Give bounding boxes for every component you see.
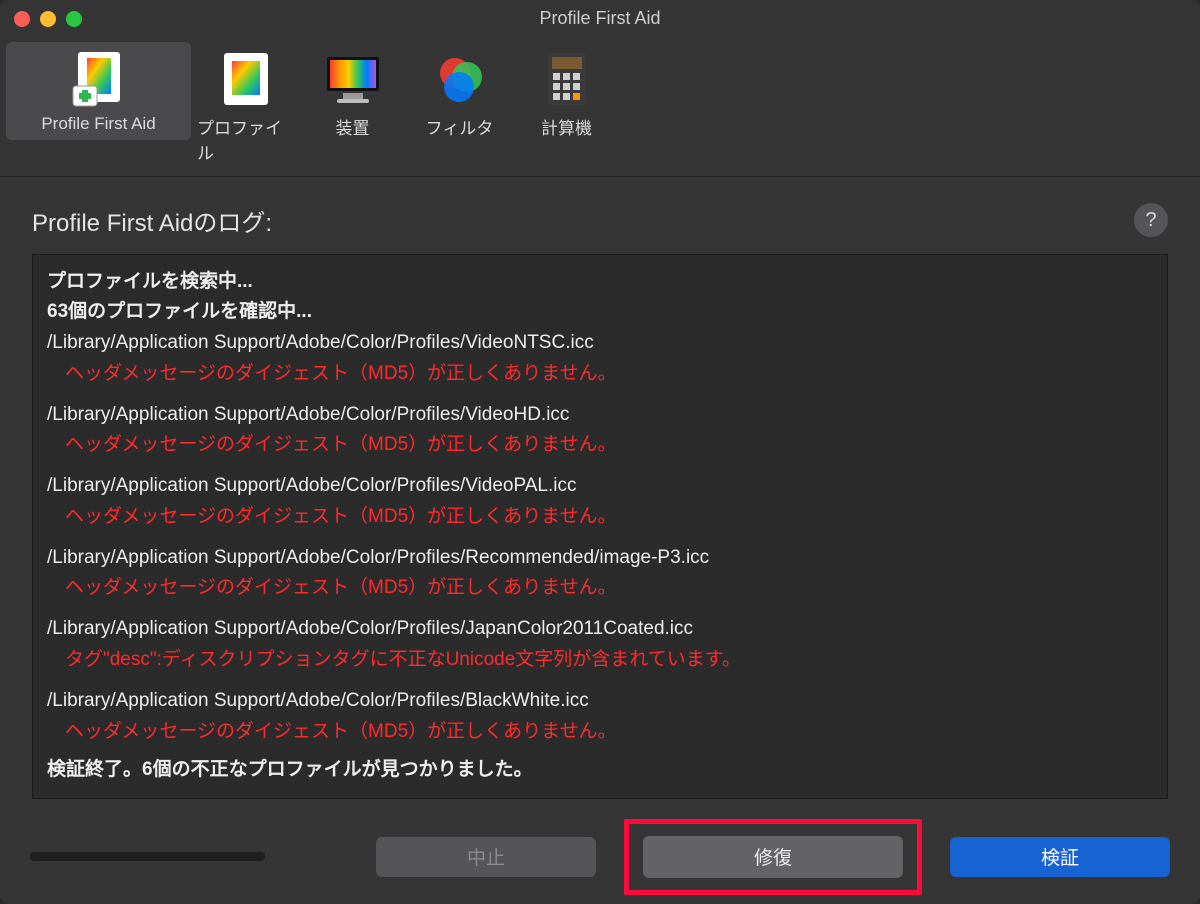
minimize-window-button[interactable] — [40, 11, 56, 27]
repair-button[interactable]: 修復 — [643, 836, 903, 878]
log-path: /Library/Application Support/Adobe/Color… — [47, 686, 1153, 717]
log-entry: /Library/Application Support/Adobe/Color… — [47, 400, 1153, 462]
log-error: ヘッダメッセージのダイジェスト（MD5）が正しくありません。 — [47, 717, 1153, 748]
toolbar: Profile First Aid プロフ — [0, 38, 1200, 177]
log-entry: /Library/Application Support/Adobe/Color… — [47, 328, 1153, 390]
log-path: /Library/Application Support/Adobe/Color… — [47, 471, 1153, 502]
log-path: /Library/Application Support/Adobe/Color… — [47, 400, 1153, 431]
log-entry: /Library/Application Support/Adobe/Color… — [47, 471, 1153, 533]
tab-label: 計算機 — [541, 114, 592, 139]
titlebar: Profile First Aid — [0, 0, 1200, 38]
traffic-lights — [14, 11, 82, 27]
log-line-done: 検証終了。6個の不正なプロファイルが見つかりました。 — [47, 755, 1153, 786]
tab-calculator[interactable]: 計算機 — [514, 42, 619, 145]
log-error: タグ"desc":ディスクリプションタグに不正なUnicode文字列が含まれてい… — [47, 645, 1153, 676]
log-entry: /Library/Application Support/Adobe/Color… — [47, 686, 1153, 748]
log-path: /Library/Application Support/Adobe/Color… — [47, 328, 1153, 359]
log-path: /Library/Application Support/Adobe/Color… — [47, 543, 1153, 574]
calculator-icon — [537, 50, 597, 108]
content-area: Profile First Aidのログ: ? プロファイルを検索中... 63… — [0, 177, 1200, 809]
log-error: ヘッダメッセージのダイジェスト（MD5）が正しくありません。 — [47, 359, 1153, 390]
close-window-button[interactable] — [14, 11, 30, 27]
log-header-row: Profile First Aidのログ: ? — [32, 203, 1168, 238]
log-output[interactable]: プロファイルを検索中... 63個のプロファイルを確認中... /Library… — [32, 254, 1168, 799]
tab-label: プロファイル — [197, 114, 294, 164]
tab-label: Profile First Aid — [41, 114, 155, 134]
filters-icon — [430, 50, 490, 108]
stop-button: 中止 — [376, 837, 596, 877]
log-entry: /Library/Application Support/Adobe/Color… — [47, 614, 1153, 676]
repair-highlight: 修復 — [624, 819, 922, 895]
zoom-window-button[interactable] — [66, 11, 82, 27]
profile-first-aid-icon — [69, 50, 129, 108]
log-entry: /Library/Application Support/Adobe/Color… — [47, 543, 1153, 605]
button-row: 中止 修復 検証 — [0, 809, 1200, 904]
log-error: ヘッダメッセージのダイジェスト（MD5）が正しくありません。 — [47, 502, 1153, 533]
log-error: ヘッダメッセージのダイジェスト（MD5）が正しくありません。 — [47, 573, 1153, 604]
log-line-checking: 63個のプロファイルを確認中... — [47, 297, 1153, 328]
help-icon: ? — [1145, 209, 1156, 232]
devices-icon — [323, 50, 383, 108]
tab-label: 装置 — [336, 114, 370, 139]
tab-profiles[interactable]: プロファイル — [193, 42, 298, 170]
log-header-label: Profile First Aidのログ: — [32, 203, 272, 238]
profiles-icon — [216, 50, 276, 108]
tab-label: フィルタ — [426, 114, 494, 139]
tab-profile-first-aid[interactable]: Profile First Aid — [6, 42, 191, 140]
verify-button[interactable]: 検証 — [950, 837, 1170, 877]
log-line-searching: プロファイルを検索中... — [47, 267, 1153, 298]
tab-devices[interactable]: 装置 — [300, 42, 405, 145]
window-title: Profile First Aid — [0, 8, 1200, 29]
tab-filters[interactable]: フィルタ — [407, 42, 512, 145]
help-button[interactable]: ? — [1134, 203, 1168, 237]
app-window: Profile First Aid — [0, 0, 1200, 904]
log-error: ヘッダメッセージのダイジェスト（MD5）が正しくありません。 — [47, 430, 1153, 461]
log-path: /Library/Application Support/Adobe/Color… — [47, 614, 1153, 645]
progress-bar — [30, 852, 265, 861]
